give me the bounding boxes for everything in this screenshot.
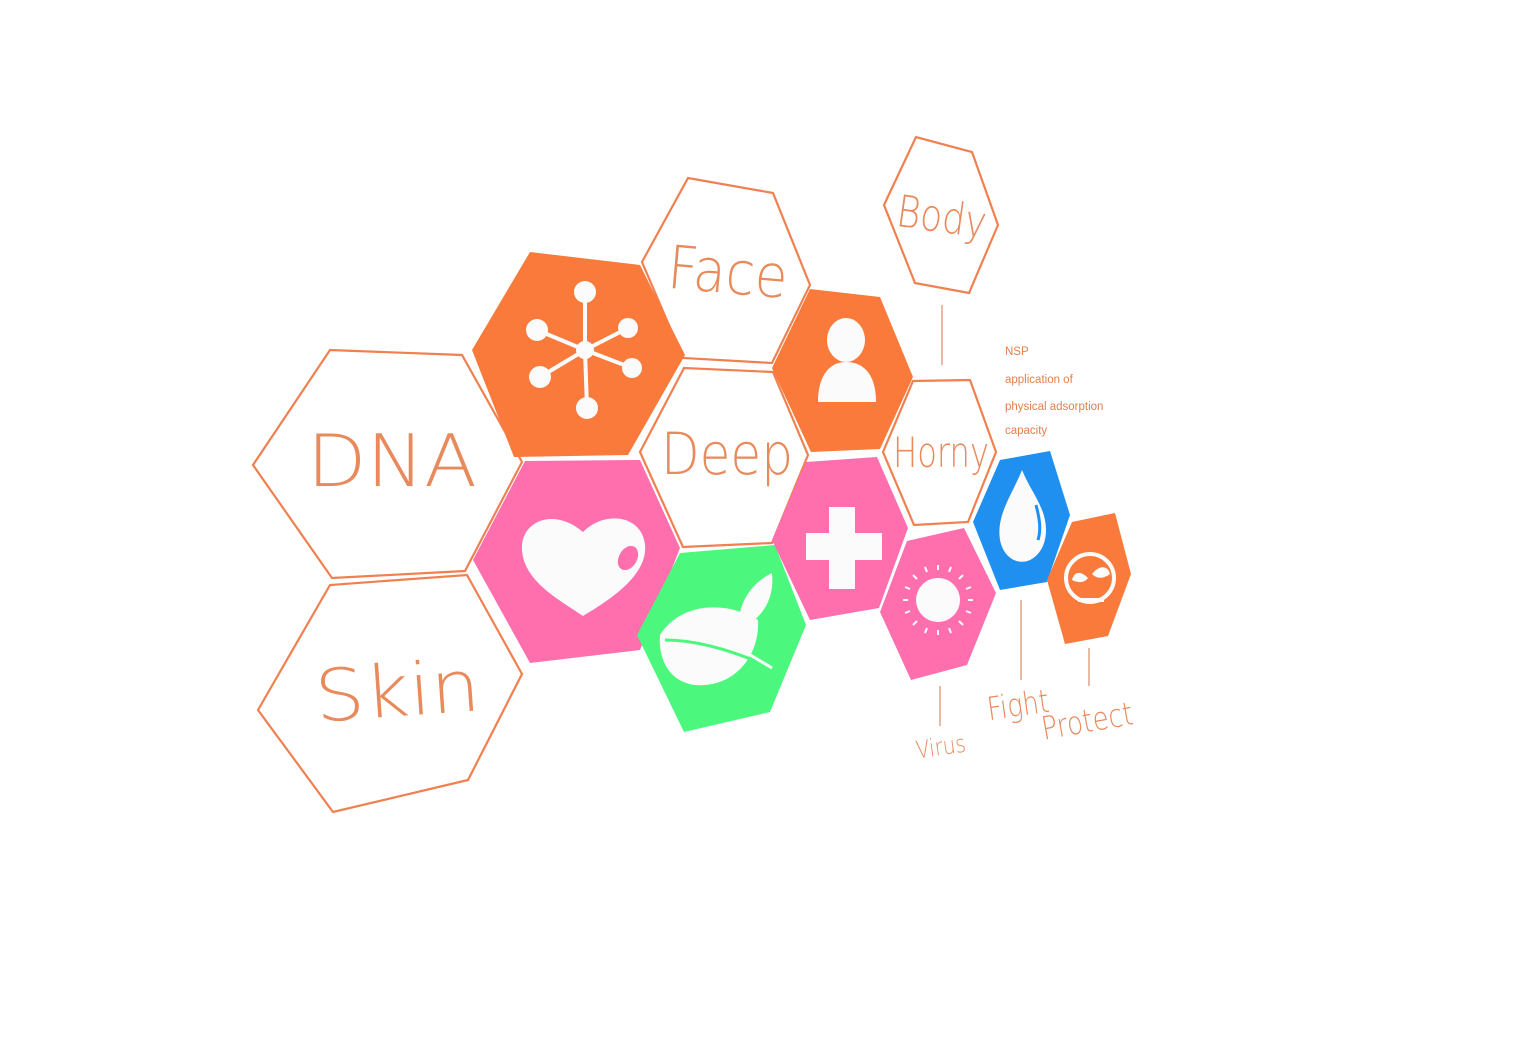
nsp-line-3: physical adsorption [1005, 401, 1103, 413]
nsp-line-1: NSP [1005, 346, 1029, 358]
hex-skin: Skin [256, 573, 524, 814]
nsp-line-4: capacity [1005, 425, 1047, 437]
nsp-line-2: application of [1005, 374, 1074, 386]
face-label: Face [665, 233, 791, 313]
deep-label: Deep [661, 420, 793, 488]
virus-label: Virus [914, 730, 967, 765]
hex-body: Body [882, 135, 1000, 295]
nsp-note: NSP application of physical adsorption c… [1005, 346, 1103, 437]
dna-label: DNA [307, 419, 477, 503]
protect-label: Protect [1039, 694, 1136, 747]
horny-label: Horny [893, 428, 989, 477]
skin-label: Skin [312, 643, 482, 738]
hexagon-infographic: DNA Skin Face Deep Body Horny Virus Figh… [0, 0, 1514, 1046]
